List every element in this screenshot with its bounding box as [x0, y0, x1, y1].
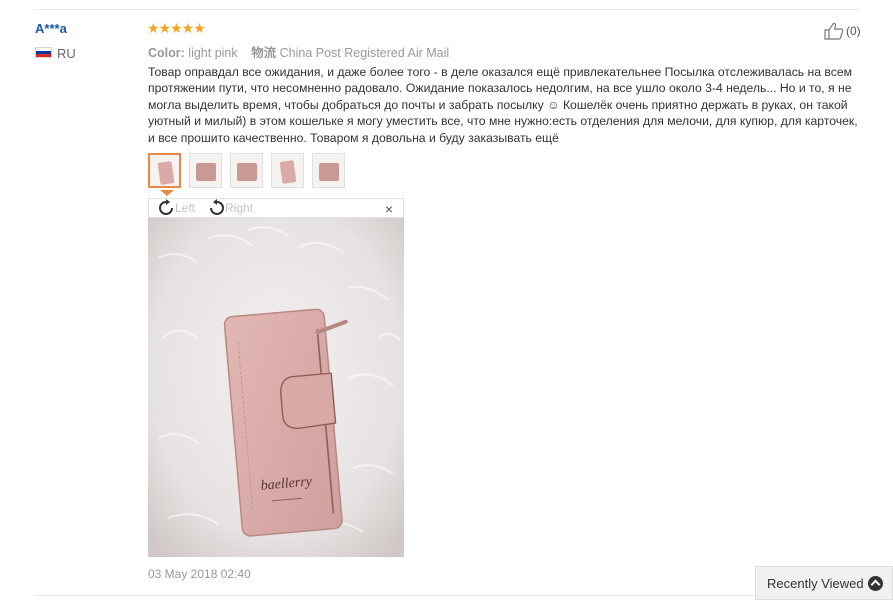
reviewer-country: RU [57, 46, 76, 61]
order-attributes: Color: light pink 物流 China Post Register… [148, 42, 449, 61]
review-date: 03 May 2018 02:40 [148, 567, 251, 581]
rotate-left-button[interactable]: Left [157, 199, 195, 217]
review-divider-bottom [34, 595, 754, 596]
photo-thumbnail-3[interactable] [230, 153, 263, 188]
photo-thumbnail-2[interactable] [189, 153, 222, 188]
wallet-photo-image: baellerry [148, 218, 404, 557]
helpful-button[interactable]: (0) [824, 22, 861, 40]
recently-viewed-button[interactable]: Recently Viewed [755, 566, 893, 600]
active-thumbnail-pointer [160, 190, 174, 196]
color-value: light pink [188, 46, 238, 60]
rotate-right-label: Right [225, 201, 254, 215]
shipping-value: China Post Registered Air Mail [279, 46, 450, 60]
rating-stars: ★★★★★ [147, 20, 206, 36]
thumbs-up-icon[interactable] [824, 22, 844, 40]
review-text: Товар оправдал все ожидания, и даже боле… [148, 65, 858, 145]
reviewer-name: A***a [35, 21, 67, 36]
rotate-left-label: Left [175, 201, 196, 215]
review-photo: baellerry [148, 218, 404, 557]
chevron-up-icon [868, 576, 883, 591]
review-photo-thumbnails [148, 153, 353, 188]
photo-thumbnail-1[interactable] [148, 153, 181, 188]
helpful-count: (0) [846, 24, 861, 38]
photo-thumbnail-4[interactable] [271, 153, 304, 188]
photo-thumbnail-5[interactable] [312, 153, 345, 188]
photo-viewer-toolbar: Left Right × [148, 198, 404, 218]
shipping-label: 物流 [251, 46, 277, 60]
review-divider-top [34, 9, 860, 10]
rotate-right-button[interactable]: Right [207, 199, 253, 217]
rotate-left-icon [159, 199, 173, 215]
rotate-right-icon [210, 199, 224, 215]
color-label: Color: [148, 46, 185, 60]
close-viewer-button[interactable]: × [385, 201, 393, 217]
recently-viewed-label: Recently Viewed [767, 575, 864, 591]
country-flag-icon [35, 47, 52, 58]
